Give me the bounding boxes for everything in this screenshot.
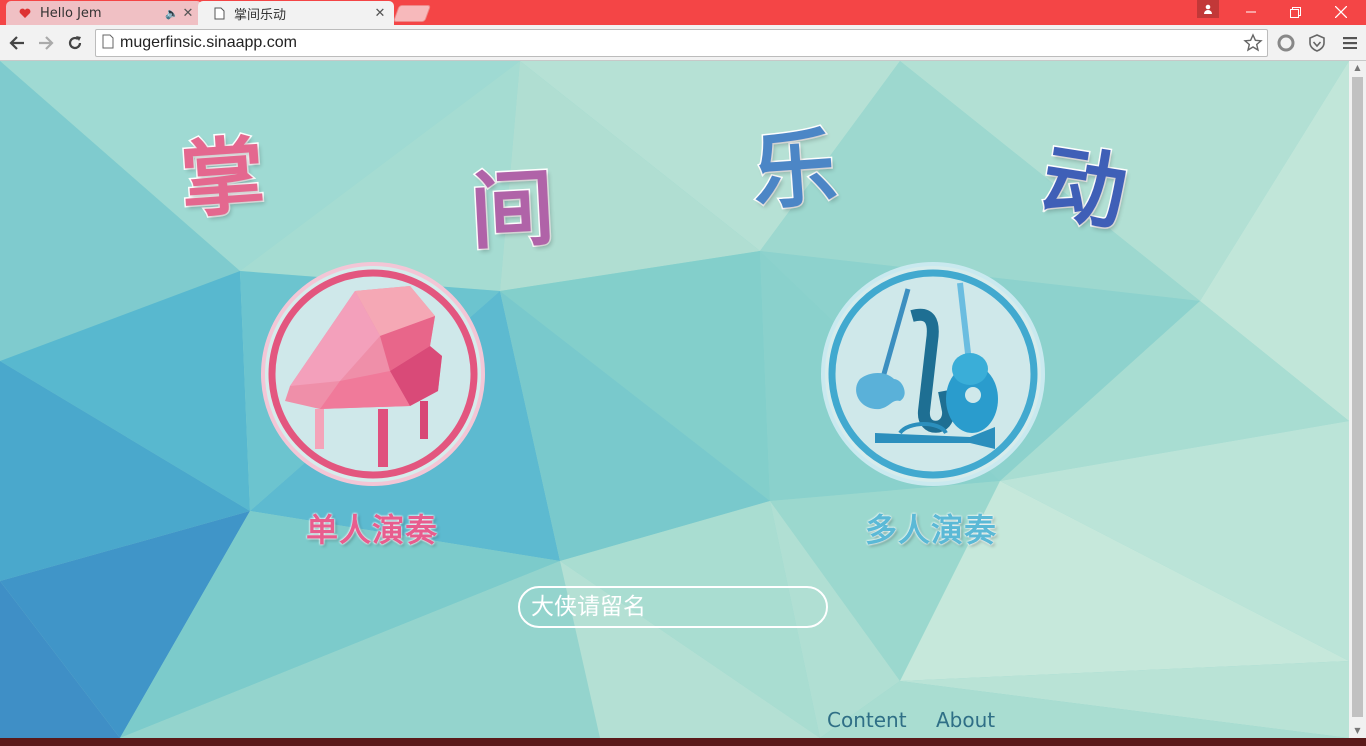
url-text: mugerfinsic.sinaapp.com bbox=[120, 34, 297, 51]
single-play-label[interactable]: 单人演奏 bbox=[306, 505, 438, 551]
page-viewport: 掌 掌 间 间 乐 乐 动 动 单人演奏 多人演奏 大侠请留名 Content … bbox=[0, 61, 1349, 738]
tab-title: 掌间乐动 bbox=[234, 7, 287, 23]
close-tab-icon[interactable]: ✕ bbox=[372, 6, 388, 21]
close-window-icon[interactable] bbox=[1318, 0, 1363, 24]
title-char-le: 乐 乐 bbox=[748, 117, 842, 224]
tab-strip: Hello Jem 🔈 ✕ 掌间乐动 ✕ bbox=[0, 0, 1366, 25]
tab-title: Hello Jem bbox=[40, 5, 102, 21]
scroll-up-arrow-icon[interactable]: ▲ bbox=[1349, 61, 1366, 75]
forward-icon[interactable] bbox=[34, 31, 58, 55]
address-bar[interactable]: mugerfinsic.sinaapp.com bbox=[95, 29, 1268, 57]
vertical-scrollbar[interactable]: ▲ ▼ bbox=[1349, 61, 1366, 738]
bookmark-star-icon[interactable] bbox=[1243, 33, 1263, 57]
title-char-zhang: 掌 掌 bbox=[176, 125, 270, 232]
single-play-button[interactable] bbox=[260, 261, 486, 487]
new-tab-button[interactable] bbox=[392, 5, 432, 22]
multi-play-button[interactable] bbox=[820, 261, 1046, 487]
content-link[interactable]: Content bbox=[827, 708, 907, 732]
user-profile-icon[interactable] bbox=[1197, 0, 1219, 18]
scroll-thumb[interactable] bbox=[1352, 77, 1363, 717]
speaker-icon[interactable]: 🔈 bbox=[164, 7, 180, 20]
multi-play-label[interactable]: 多人演奏 bbox=[865, 505, 997, 551]
restore-icon[interactable] bbox=[1273, 0, 1318, 24]
close-tab-icon[interactable]: ✕ bbox=[180, 6, 196, 21]
extension-circle-icon[interactable] bbox=[1276, 33, 1296, 53]
page-icon bbox=[212, 6, 226, 20]
player-name-input[interactable] bbox=[518, 586, 828, 628]
tab-hello-jem[interactable]: Hello Jem 🔈 ✕ bbox=[6, 1, 202, 25]
heart-icon bbox=[18, 6, 32, 20]
reload-icon[interactable] bbox=[63, 31, 87, 55]
os-taskbar bbox=[0, 738, 1366, 746]
minimize-icon[interactable] bbox=[1228, 0, 1273, 24]
tab-zhangjianyuedong[interactable]: 掌间乐动 ✕ bbox=[198, 1, 394, 25]
page-icon bbox=[102, 34, 114, 53]
about-link[interactable]: About bbox=[936, 708, 995, 732]
menu-icon[interactable] bbox=[1340, 33, 1360, 53]
browser-toolbar: mugerfinsic.sinaapp.com bbox=[0, 25, 1366, 61]
shield-icon[interactable] bbox=[1307, 33, 1327, 53]
scroll-down-arrow-icon[interactable]: ▼ bbox=[1349, 724, 1366, 738]
title-char-jian: 间 间 bbox=[466, 157, 558, 262]
back-icon[interactable] bbox=[5, 31, 29, 55]
